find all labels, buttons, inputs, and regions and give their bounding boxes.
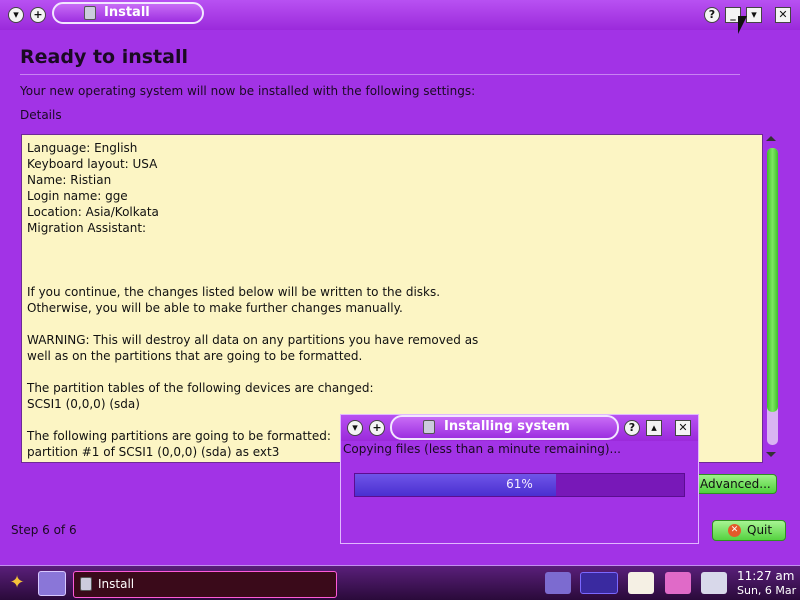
taskbar-task-label: Install bbox=[98, 577, 135, 591]
progress-percent-text: 61% bbox=[506, 477, 533, 491]
advanced-button[interactable]: Advanced... bbox=[693, 474, 777, 494]
details-line: SCSI1 (0,0,0) (sda) bbox=[27, 397, 140, 411]
details-line: If you continue, the changes listed belo… bbox=[27, 285, 441, 299]
scrollbar-thumb[interactable] bbox=[767, 148, 778, 412]
details-line bbox=[27, 268, 757, 284]
quit-button[interactable]: ✕ Quit bbox=[712, 520, 786, 541]
clipboard-icon[interactable] bbox=[628, 572, 654, 594]
details-line bbox=[27, 236, 757, 252]
dialog-pin-icon[interactable]: + bbox=[369, 420, 385, 436]
progress-status-text: Copying files (less than a minute remain… bbox=[343, 442, 621, 456]
quit-icon: ✕ bbox=[728, 524, 741, 537]
dialog-help-icon[interactable]: ? bbox=[624, 420, 640, 436]
dialog-titlebar[interactable]: ▾ + Installing system ? ▴ ✕ bbox=[341, 415, 698, 441]
details-line: Keyboard layout: USA bbox=[27, 157, 158, 171]
step-indicator: Step 6 of 6 bbox=[11, 523, 77, 537]
shade-button[interactable]: ▾ bbox=[746, 7, 762, 23]
workspace-pager[interactable] bbox=[580, 572, 618, 594]
start-menu-logo-icon[interactable]: ✦ bbox=[2, 572, 32, 594]
clock-time[interactable]: 11:27 am bbox=[737, 569, 794, 583]
details-line: well as on the partitions that are going… bbox=[27, 349, 363, 363]
installer-app-icon bbox=[84, 6, 96, 20]
window-pin-icon[interactable]: + bbox=[30, 7, 46, 23]
window-menu-icon[interactable]: ▾ bbox=[8, 7, 24, 23]
page-title: Ready to install bbox=[20, 46, 188, 68]
dialog-shade-button[interactable]: ▴ bbox=[646, 420, 662, 436]
details-line bbox=[27, 316, 757, 332]
taskbar: ✦ Install 11:27 am Sun, 6 Mar bbox=[0, 565, 800, 600]
install-progress-bar: 61% bbox=[354, 473, 685, 497]
close-button[interactable]: ✕ bbox=[775, 7, 791, 23]
details-line: The partition tables of the following de… bbox=[27, 381, 374, 395]
taskbar-task-install[interactable]: Install bbox=[73, 571, 337, 598]
help-icon[interactable]: ? bbox=[704, 7, 720, 23]
mail-icon[interactable] bbox=[665, 572, 691, 594]
details-line: Location: Asia/Kolkata bbox=[27, 205, 159, 219]
installer-app-icon bbox=[423, 420, 435, 434]
scroll-down-arrow-icon[interactable] bbox=[766, 452, 776, 457]
intro-text: Your new operating system will now be in… bbox=[20, 84, 476, 98]
dialog-title-pill: Installing system bbox=[390, 415, 619, 440]
window-title-pill: Install bbox=[52, 2, 204, 24]
usb-drive-icon[interactable] bbox=[701, 572, 727, 594]
quit-label: Quit bbox=[747, 523, 773, 537]
details-line bbox=[27, 364, 757, 380]
progress-dialog: ▾ + Installing system ? ▴ ✕ Copying file… bbox=[340, 414, 699, 544]
installer-app-icon bbox=[80, 577, 92, 591]
details-line: WARNING: This will destroy all data on a… bbox=[27, 333, 479, 347]
network-icon[interactable] bbox=[545, 572, 571, 594]
details-line: Name: Ristian bbox=[27, 173, 112, 187]
details-scrollbar[interactable] bbox=[764, 134, 780, 464]
window-title: Install bbox=[104, 5, 150, 20]
dialog-menu-icon[interactable]: ▾ bbox=[347, 420, 363, 436]
mouse-cursor-icon bbox=[738, 16, 747, 34]
scrollbar-track[interactable] bbox=[767, 148, 778, 445]
scroll-up-arrow-icon[interactable] bbox=[766, 136, 776, 141]
title-divider bbox=[20, 74, 740, 75]
details-line: Login name: gge bbox=[27, 189, 128, 203]
details-line bbox=[27, 252, 757, 268]
details-line: Otherwise, you will be able to make furt… bbox=[27, 301, 403, 315]
details-label: Details bbox=[20, 108, 62, 122]
details-line: Language: English bbox=[27, 141, 138, 155]
dialog-close-button[interactable]: ✕ bbox=[675, 420, 691, 436]
dialog-title: Installing system bbox=[444, 419, 570, 434]
details-line: Migration Assistant: bbox=[27, 221, 147, 235]
clock-date[interactable]: Sun, 6 Mar bbox=[737, 584, 796, 597]
window-titlebar[interactable]: ▾ + Install ? _ ▾ ✕ bbox=[0, 0, 800, 30]
home-folder-icon[interactable] bbox=[38, 571, 66, 596]
